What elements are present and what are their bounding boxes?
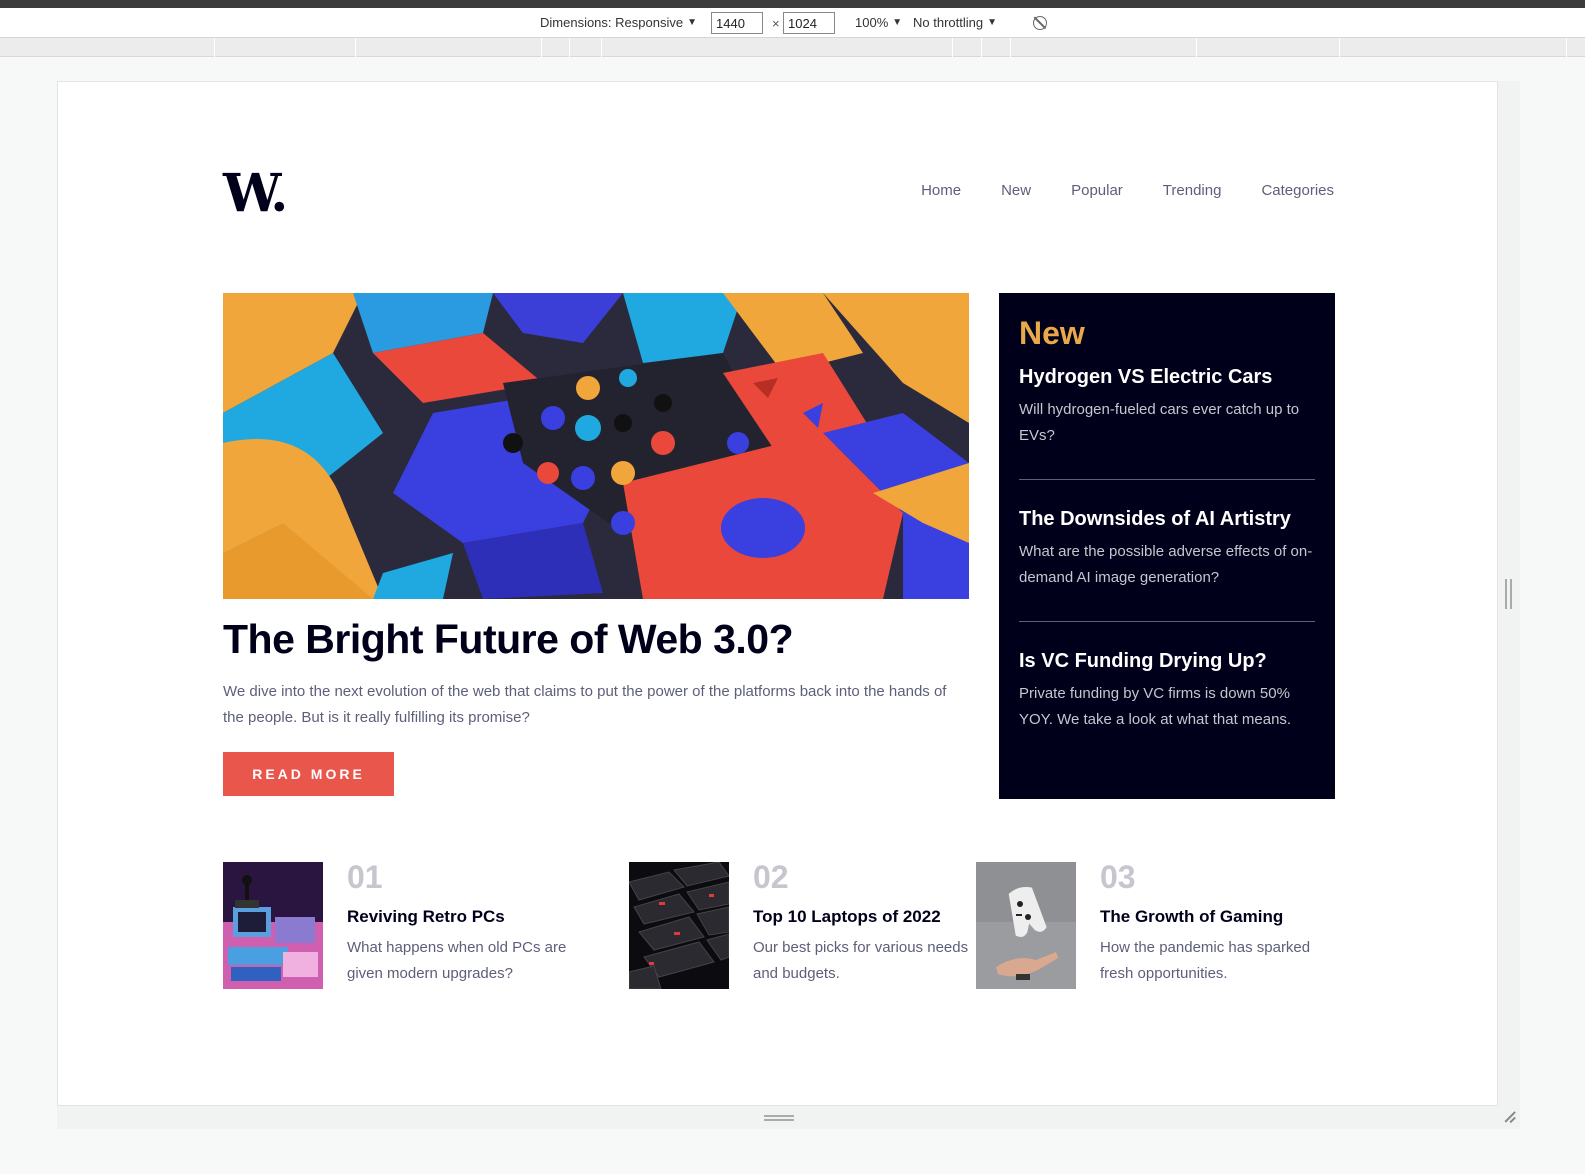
width-input[interactable] xyxy=(711,12,763,34)
new-panel-heading: New xyxy=(1019,315,1085,351)
throttling-label: No throttling xyxy=(913,15,984,30)
nav-categories[interactable]: Categories xyxy=(1261,182,1334,199)
nav-popular[interactable]: Popular xyxy=(1071,182,1123,199)
trending-card[interactable]: 01 Reviving Retro PCs What happens when … xyxy=(223,859,582,989)
trending-text: How the pandemic has sparked fresh oppor… xyxy=(1100,939,1311,982)
zoom-dropdown[interactable]: 100% ▼ xyxy=(855,15,902,30)
trending-number: 02 xyxy=(753,859,789,895)
dimensions-dropdown[interactable]: Dimensions: Responsive ▼ xyxy=(540,15,697,30)
gaming-controller-thumbnail xyxy=(976,862,1076,989)
trending-title[interactable]: Top 10 Laptops of 2022 xyxy=(753,907,988,927)
throttling-dropdown[interactable]: No throttling ▼ xyxy=(913,15,997,30)
device-toolbar: Dimensions: Responsive ▼ × 100% ▼ No thr… xyxy=(0,8,1585,38)
trending-text: Our best picks for various needs and bud… xyxy=(753,939,969,982)
trending-number: 01 xyxy=(347,859,383,895)
trending-card[interactable]: 03 The Growth of Gaming How the pandemic… xyxy=(976,859,1335,989)
trending-title[interactable]: The Growth of Gaming xyxy=(1100,907,1335,927)
rotate-icon[interactable] xyxy=(1033,16,1047,30)
dimensions-label: Dimensions: Responsive xyxy=(540,15,684,30)
new-article-title[interactable]: Is VC Funding Drying Up? xyxy=(1019,650,1315,673)
times-separator: × xyxy=(772,16,780,31)
resize-handle-horizontal[interactable] xyxy=(764,1115,794,1121)
caret-down-icon: ▼ xyxy=(687,17,697,28)
new-article-title[interactable]: The Downsides of AI Artistry xyxy=(1019,508,1315,531)
hero-image xyxy=(223,293,969,599)
new-article-title[interactable]: Hydrogen VS Electric Cars xyxy=(1019,366,1315,389)
resize-handle-vertical[interactable] xyxy=(1505,579,1512,609)
zoom-label: 100% xyxy=(855,15,889,30)
read-more-button[interactable]: READ MORE xyxy=(223,752,394,796)
caret-down-icon: ▼ xyxy=(892,17,903,28)
trending-number: 03 xyxy=(1100,859,1136,895)
retro-pc-thumbnail xyxy=(223,862,323,989)
browser-top-strip xyxy=(0,0,1585,8)
nav-trending[interactable]: Trending xyxy=(1163,182,1222,199)
new-article-text: What are the possible adverse effects of… xyxy=(1019,543,1313,586)
media-query-bar[interactable] xyxy=(0,38,1585,57)
caret-down-icon: ▼ xyxy=(987,17,997,28)
new-article-item[interactable]: Is VC Funding Drying Up? Private funding… xyxy=(1019,621,1315,763)
new-articles-panel: New Hydrogen VS Electric Cars Will hydro… xyxy=(999,293,1335,799)
main-nav: Home New Popular Trending Categories xyxy=(921,182,1334,199)
trending-card[interactable]: 02 Top 10 Laptops of 2022 Our best picks… xyxy=(629,859,988,989)
trending-title[interactable]: Reviving Retro PCs xyxy=(347,907,582,927)
new-article-text: Will hydrogen-fueled cars ever catch up … xyxy=(1019,401,1300,444)
new-article-item[interactable]: The Downsides of AI Artistry What are th… xyxy=(1019,479,1315,621)
site-logo[interactable]: W. xyxy=(223,168,288,220)
nav-home[interactable]: Home xyxy=(921,182,961,199)
height-input[interactable] xyxy=(783,12,835,34)
resize-corner-handle[interactable] xyxy=(1504,1110,1516,1122)
laptop-keyboard-thumbnail xyxy=(629,862,729,989)
hero-title: The Bright Future of Web 3.0? xyxy=(223,616,794,662)
nav-new[interactable]: New xyxy=(1001,182,1031,199)
emulated-viewport: W. Home New Popular Trending Categories xyxy=(57,81,1498,1106)
new-article-item[interactable]: Hydrogen VS Electric Cars Will hydrogen-… xyxy=(1019,366,1315,479)
trending-text: What happens when old PCs are given mode… xyxy=(347,939,567,982)
new-article-text: Private funding by VC firms is down 50% … xyxy=(1019,685,1292,728)
hero-description: We dive into the next evolution of the w… xyxy=(223,683,947,726)
